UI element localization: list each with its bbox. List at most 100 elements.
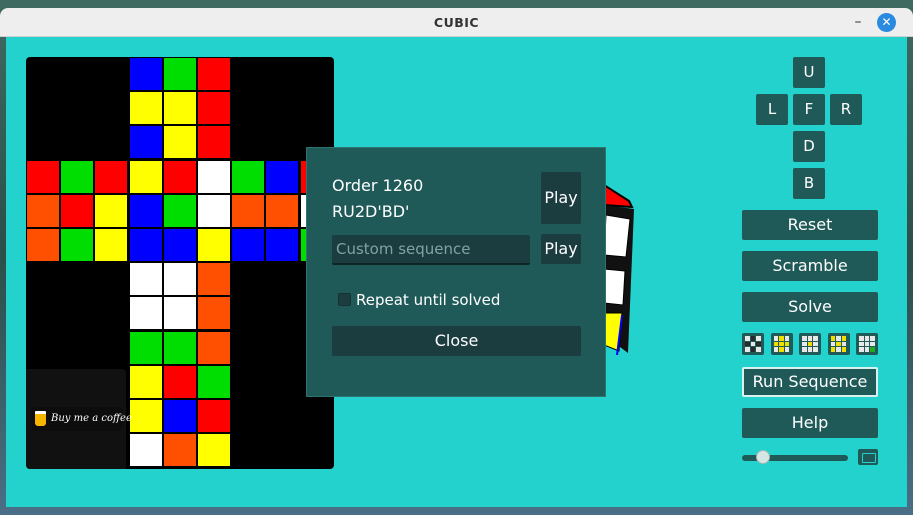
sticker-left: [95, 160, 128, 193]
pattern-cell: [802, 341, 807, 347]
sticker-front: [163, 229, 196, 261]
pattern-cell: [745, 336, 750, 341]
scramble-button[interactable]: Scramble: [742, 251, 878, 281]
sticker-top: [198, 126, 230, 159]
run-sequence-button[interactable]: Run Sequence: [742, 367, 878, 397]
cube-3d-view[interactable]: [604, 185, 654, 365]
speed-slider-handle[interactable]: [756, 450, 771, 464]
pattern-preview-icon: [773, 336, 790, 352]
pattern-cell: [870, 347, 875, 352]
face-b-button[interactable]: B: [793, 168, 825, 199]
sticker-bottom: [129, 263, 162, 296]
close-window-button[interactable]: ✕: [877, 13, 896, 32]
window-title: CUBIC: [433, 15, 480, 30]
sticker-right: [232, 229, 265, 261]
sequence-dialog: Order 1260 RU2D'BD' Play Custom sequence…: [306, 147, 606, 397]
repeat-label: Repeat until solved: [356, 291, 501, 309]
pattern-button[interactable]: [856, 333, 878, 355]
cube-sticker-1: [604, 214, 631, 258]
sticker-left: [27, 160, 59, 193]
pattern-cell: [841, 336, 847, 341]
pattern-button[interactable]: [742, 333, 764, 355]
solve-button[interactable]: Solve: [742, 292, 878, 322]
reset-button[interactable]: Reset: [742, 210, 878, 240]
repeat-checkbox[interactable]: [338, 293, 351, 306]
pattern-cell: [813, 336, 818, 341]
cube-top-edge: [604, 185, 634, 209]
sticker-back: [163, 434, 196, 467]
pattern-cell: [750, 341, 756, 347]
pattern-cell: [807, 336, 813, 341]
sticker-right: [266, 194, 299, 227]
sticker-top: [163, 126, 196, 159]
face-d-button[interactable]: D: [793, 131, 825, 162]
sticker-left: [61, 229, 94, 261]
pattern-cell: [864, 336, 870, 341]
cube-net: Buy me a coffee: [26, 57, 334, 469]
pattern-cell: [745, 347, 750, 352]
pattern-cell: [779, 347, 784, 352]
sequence-label: RU2D'BD': [332, 202, 410, 221]
pattern-cell: [830, 347, 836, 352]
buy-me-a-coffee-button[interactable]: Buy me a coffee: [31, 407, 132, 431]
face-u-button[interactable]: U: [793, 57, 825, 88]
pattern-cell: [779, 341, 784, 347]
face-l-button[interactable]: L: [756, 94, 788, 125]
pattern-cell: [836, 341, 841, 347]
pattern-cell: [756, 347, 761, 352]
sticker-top: [129, 126, 162, 159]
help-button[interactable]: Help: [742, 408, 878, 438]
sticker-left: [61, 160, 94, 193]
view-toggle-icon[interactable]: [858, 449, 878, 465]
pattern-cell: [859, 347, 864, 352]
pattern-cell: [784, 336, 790, 341]
play-custom-button[interactable]: Play: [541, 234, 581, 264]
pattern-preview-icon: [745, 336, 761, 352]
minimize-button[interactable]: –: [849, 12, 867, 32]
close-dialog-button[interactable]: Close: [332, 326, 581, 356]
pattern-preview-icon: [830, 336, 847, 352]
face-r-button[interactable]: R: [830, 94, 862, 125]
sticker-front: [198, 229, 230, 261]
pattern-button[interactable]: [799, 333, 821, 355]
custom-sequence-input[interactable]: Custom sequence: [332, 235, 530, 265]
sticker-back: [198, 400, 230, 432]
pattern-cell: [756, 341, 761, 347]
pattern-cell: [813, 347, 818, 352]
sticker-right: [266, 229, 299, 261]
sticker-front: [163, 160, 196, 193]
pattern-cell: [870, 341, 875, 347]
sticker-top: [129, 58, 162, 90]
pattern-cell: [784, 347, 790, 352]
sticker-bottom: [198, 331, 230, 364]
pattern-cell: [802, 347, 807, 352]
pattern-cell: [841, 347, 847, 352]
sticker-left: [61, 194, 94, 227]
pattern-button[interactable]: [770, 333, 793, 355]
sticker-front: [129, 194, 162, 227]
pattern-preview-icon: [802, 336, 818, 352]
sticker-bottom: [129, 331, 162, 364]
pattern-cell: [779, 336, 784, 341]
pattern-button[interactable]: [827, 333, 850, 355]
sticker-bottom: [198, 297, 230, 330]
pattern-cell: [813, 341, 818, 347]
sticker-bottom: [163, 331, 196, 364]
pattern-preview-icon: [859, 336, 875, 352]
sticker-top: [163, 58, 196, 90]
order-label: Order 1260: [332, 176, 424, 195]
sticker-bottom: [163, 263, 196, 296]
pattern-cell: [745, 341, 750, 347]
pattern-cell: [750, 336, 756, 341]
play-sequence-button[interactable]: Play: [541, 172, 581, 224]
sticker-top: [198, 92, 230, 125]
sticker-front: [198, 194, 230, 227]
face-f-button[interactable]: F: [793, 94, 825, 125]
pattern-cell: [807, 347, 813, 352]
pattern-cell: [830, 341, 836, 347]
sticker-back: [163, 365, 196, 398]
sticker-front: [129, 160, 162, 193]
sticker-right: [232, 160, 265, 193]
pattern-cell: [836, 347, 841, 352]
pattern-cell: [773, 347, 779, 352]
